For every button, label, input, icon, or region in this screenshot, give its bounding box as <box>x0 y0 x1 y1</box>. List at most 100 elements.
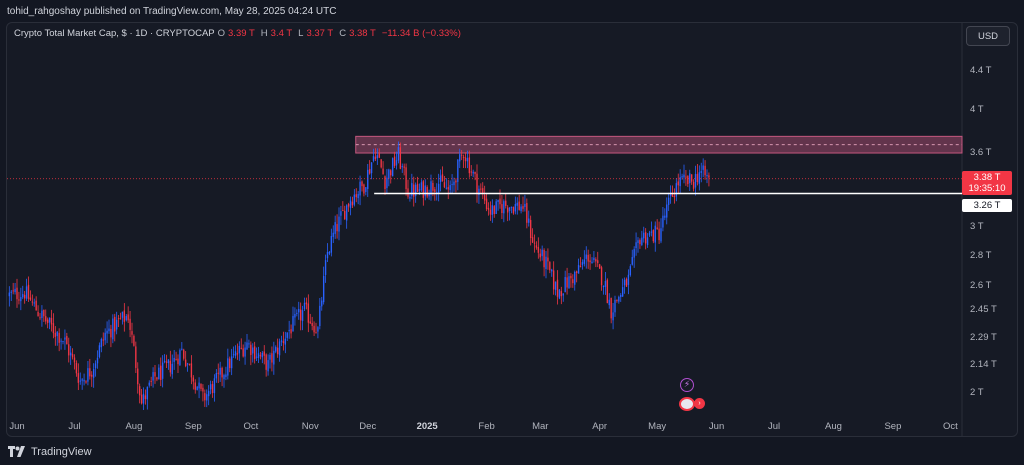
candle-body <box>273 350 275 365</box>
y-tick-label: 3.6 T <box>970 147 992 159</box>
candle-body <box>549 262 551 271</box>
candle-body <box>528 218 530 223</box>
candle-body <box>250 344 252 356</box>
candle-body <box>221 367 223 378</box>
candle-body <box>401 166 403 168</box>
candle-body <box>313 325 315 333</box>
candle-body <box>133 335 135 346</box>
y-tick-label: 4 T <box>970 104 984 115</box>
candle-body <box>499 198 501 205</box>
candle-body <box>161 362 164 379</box>
candle-body <box>531 237 534 243</box>
candle-body <box>196 386 198 391</box>
symbol-title[interactable]: Crypto Total Market Cap, $ · 1D · CRYPTO… <box>14 28 215 39</box>
candle-body <box>468 157 471 174</box>
candle-body <box>242 348 244 357</box>
candle-body <box>627 274 630 285</box>
candle-body <box>234 351 237 356</box>
candle-body <box>677 181 679 186</box>
chart-canvas[interactable] <box>0 0 1024 465</box>
candle-body <box>460 154 463 156</box>
open-label: O <box>217 28 226 39</box>
close-label: C <box>339 28 347 39</box>
x-tick-label: Nov <box>301 421 319 432</box>
candle-body <box>520 206 522 212</box>
candle-body <box>666 204 668 218</box>
candle-body <box>612 312 614 321</box>
candle-body <box>610 297 612 319</box>
y-tick-label: 2.8 T <box>970 249 992 261</box>
candle-body <box>322 275 325 303</box>
candle-body <box>96 357 99 364</box>
candle-body <box>284 338 287 345</box>
candle-body <box>432 182 434 191</box>
candle-body <box>445 187 448 189</box>
candle-body <box>537 247 540 253</box>
candle-body <box>345 205 348 221</box>
candle-body <box>165 361 168 363</box>
close-value: 3.38 T <box>349 28 376 39</box>
event-arrow-icon[interactable]: › <box>694 398 705 409</box>
candle-body <box>602 285 605 288</box>
candle-body <box>455 180 457 183</box>
candle-body <box>391 158 394 177</box>
candle-body <box>572 279 574 284</box>
change-value: −11.34 B (−0.33%) <box>381 28 461 39</box>
candle-body <box>631 257 633 265</box>
candle-body <box>275 347 277 352</box>
candle-body <box>646 237 649 246</box>
candle-body <box>648 232 651 236</box>
candle-body <box>232 354 235 356</box>
candle-body <box>25 286 28 299</box>
brand-name[interactable]: TradingView <box>31 446 92 458</box>
candle-body <box>556 279 559 297</box>
candle-body <box>552 270 555 290</box>
candle-body <box>347 203 350 207</box>
candle-body <box>593 257 595 261</box>
candle-body <box>137 368 139 385</box>
candle-body <box>449 185 451 191</box>
candle-body <box>186 363 189 365</box>
candle-body <box>574 271 576 285</box>
candle-body <box>581 262 584 266</box>
candle-body <box>45 316 47 322</box>
low-label: L <box>298 28 304 39</box>
candle-body <box>315 332 317 334</box>
candle-body <box>384 176 386 190</box>
candle-body <box>148 382 150 386</box>
candle-body <box>355 194 357 198</box>
candle-body <box>288 329 290 331</box>
candle-body <box>46 319 49 323</box>
candle-body <box>367 169 369 189</box>
candle-body <box>100 338 103 348</box>
candle-body <box>344 210 346 220</box>
candle-body <box>376 155 379 159</box>
lightning-event-icon[interactable]: ⚡ <box>680 378 694 392</box>
candle-body <box>464 157 467 162</box>
candle-body <box>127 314 129 321</box>
us-flag-event-icon[interactable] <box>679 397 695 411</box>
candle-body <box>66 336 68 345</box>
tradingview-logo-icon[interactable] <box>8 446 26 457</box>
candle-body <box>282 341 285 344</box>
candle-body <box>73 357 76 363</box>
candle-body <box>299 309 302 321</box>
candle-body <box>407 188 409 197</box>
candle-body <box>633 249 635 258</box>
candle-body <box>263 351 265 356</box>
currency-button[interactable]: USD <box>966 26 1010 46</box>
candle-body <box>87 368 89 382</box>
candle-body <box>238 345 241 354</box>
candle-body <box>351 201 354 206</box>
candle-body <box>303 302 306 310</box>
candle-body <box>158 367 160 380</box>
candle-body <box>462 156 465 158</box>
candle-body <box>114 316 116 332</box>
candle-body <box>177 358 179 365</box>
candle-body <box>276 347 279 355</box>
candle-body <box>167 359 170 364</box>
candle-body <box>278 341 281 356</box>
candle-body <box>547 257 549 262</box>
candle-body <box>533 242 536 244</box>
candle-body <box>140 394 143 404</box>
